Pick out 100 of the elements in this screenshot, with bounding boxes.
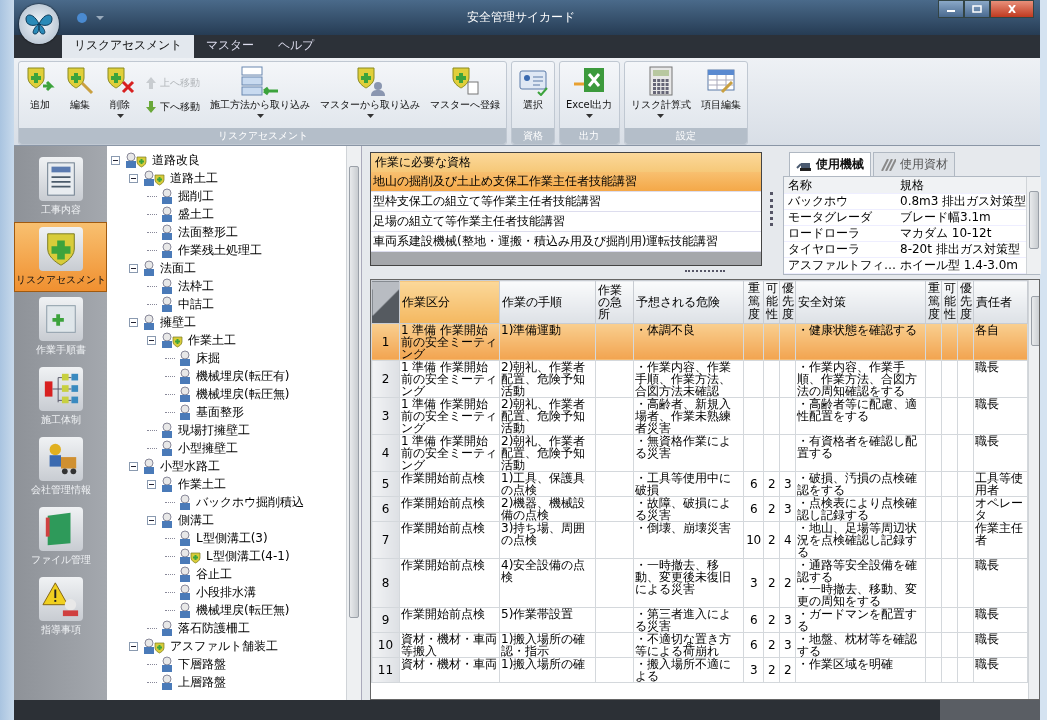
- list-item[interactable]: 地山の掘削及び土止め支保工作業主任者技能講習: [371, 172, 761, 192]
- tree-item[interactable]: 掘削工: [176, 187, 216, 205]
- ribbon-tab[interactable]: ヘルプ: [266, 33, 326, 58]
- tree-item[interactable]: L型側溝工(3): [194, 529, 270, 547]
- table-cell: 4)安全設備の点検: [499, 558, 596, 608]
- tree-item[interactable]: 作業残土処理工: [176, 241, 264, 259]
- tree-item[interactable]: 床掘: [194, 349, 222, 367]
- ribbon-button[interactable]: 追加: [21, 64, 59, 126]
- help-icon[interactable]: [76, 11, 88, 24]
- ribbon-button[interactable]: マスターへ登録: [426, 64, 504, 126]
- table-cell: 6: [743, 632, 764, 658]
- maximize-button[interactable]: [964, 0, 990, 18]
- column-header[interactable]: 名称: [784, 176, 896, 194]
- row-header[interactable]: 5: [371, 471, 400, 497]
- ribbon-button[interactable]: リスク計算式: [626, 64, 695, 126]
- column-header[interactable]: 責任者: [973, 280, 1028, 324]
- list-item[interactable]: 足場の組立て等作業主任者技能講習: [371, 212, 761, 232]
- row-header[interactable]: 11: [371, 657, 400, 683]
- tree-item[interactable]: 下層路盤: [176, 655, 228, 673]
- tree-item[interactable]: 盛土工: [176, 205, 216, 223]
- nav-item[interactable]: リスクアセスメント: [14, 222, 107, 292]
- collapse-icon[interactable]: [129, 263, 138, 273]
- list-item[interactable]: 車両系建設機械(整地・運搬・積込み用及び掘削用)運転技能講習: [371, 232, 761, 252]
- column-header[interactable]: 規格: [896, 176, 924, 194]
- tree-item[interactable]: 小型水路工: [158, 457, 222, 475]
- tree-item[interactable]: 機械埋戻(転圧無): [194, 385, 292, 403]
- list-item[interactable]: 型枠支保工の組立て等作業主任者技能講習: [371, 192, 761, 212]
- row-header[interactable]: 10: [371, 632, 400, 658]
- row-header[interactable]: 1: [371, 323, 400, 361]
- table-cell: ・高齢者、新規入場者、作業未熟練者災害: [633, 397, 744, 435]
- tree-item[interactable]: 小段排水溝: [194, 583, 258, 601]
- tree-item[interactable]: 上層路盤: [176, 673, 228, 691]
- table-cell: 6: [743, 471, 764, 497]
- ribbon-button[interactable]: 編集: [61, 64, 99, 126]
- ribbon-button[interactable]: 項目編集: [696, 64, 745, 126]
- minimize-button[interactable]: [938, 0, 964, 18]
- scrollbar[interactable]: [1026, 177, 1042, 274]
- app-logo[interactable]: [19, 4, 59, 44]
- row-header[interactable]: 9: [371, 607, 400, 633]
- tree-item[interactable]: 側溝工: [176, 511, 216, 529]
- tree-item[interactable]: 法面整形工: [176, 223, 240, 241]
- collapse-icon[interactable]: [129, 641, 138, 651]
- table-cell: 職長: [973, 397, 1028, 435]
- column-header[interactable]: 作業の急所: [595, 280, 634, 324]
- collapse-icon[interactable]: [111, 155, 120, 165]
- tree-item[interactable]: バックホウ掘削積込: [194, 493, 306, 511]
- tree-item[interactable]: 基面整形: [194, 403, 246, 421]
- row-header[interactable]: 4: [371, 434, 400, 472]
- tree-item[interactable]: 法面工: [158, 259, 198, 277]
- tree-item[interactable]: アスファルト舗装工: [168, 637, 280, 655]
- row-header[interactable]: 8: [371, 558, 400, 608]
- scrollbar[interactable]: [346, 146, 361, 700]
- tree-item[interactable]: 法枠工: [176, 277, 216, 295]
- ribbon-tab[interactable]: マスター: [194, 33, 266, 58]
- column-header[interactable]: 安全対策: [795, 280, 926, 324]
- column-header[interactable]: 作業区分: [399, 280, 500, 324]
- tab[interactable]: 使用資材: [873, 152, 955, 176]
- collapse-icon[interactable]: [147, 515, 156, 525]
- tree-item[interactable]: 道路土工: [168, 169, 220, 187]
- ribbon-tab[interactable]: リスクアセスメント: [62, 33, 194, 58]
- collapse-icon[interactable]: [147, 479, 156, 489]
- tree-item[interactable]: 作業土工: [186, 331, 238, 349]
- table-cell: 3: [743, 558, 764, 608]
- ribbon-button[interactable]: 下へ移動: [141, 99, 204, 115]
- row-header[interactable]: 3: [371, 397, 400, 435]
- column-header[interactable]: 予想される危険: [633, 280, 744, 324]
- caret-icon: [116, 114, 124, 118]
- collapse-icon[interactable]: [129, 461, 138, 471]
- table-cell: 作業開始前点検: [399, 471, 500, 497]
- ribbon-button[interactable]: 施工方法から取り込み: [206, 64, 314, 126]
- tree-item[interactable]: 擁壁工: [158, 313, 198, 331]
- row-header[interactable]: 6: [371, 496, 400, 522]
- table-cell: 1 準備 作業開始前の安全ミーティング: [399, 434, 500, 472]
- ribbon-button[interactable]: Excel出力: [562, 64, 617, 126]
- ribbon-button[interactable]: 選択: [514, 64, 552, 126]
- close-button[interactable]: [990, 0, 1034, 18]
- column-header[interactable]: 重篤度: [743, 280, 764, 324]
- tree-item[interactable]: L型側溝工(4-1): [204, 547, 292, 565]
- tree-item[interactable]: 中詰工: [176, 295, 216, 313]
- tree-item[interactable]: 機械埋戻(転圧無): [194, 601, 292, 619]
- tree-item[interactable]: 現場打擁壁工: [176, 421, 252, 439]
- tree-item[interactable]: 落石防護柵工: [176, 619, 252, 637]
- tab[interactable]: 使用機械: [789, 152, 871, 176]
- collapse-icon[interactable]: [129, 173, 138, 183]
- tree-item[interactable]: 谷止工: [194, 565, 234, 583]
- dropdown-icon[interactable]: [96, 14, 104, 21]
- ribbon-button[interactable]: マスターから取り込み: [316, 64, 424, 126]
- ribbon-button[interactable]: 削除: [101, 64, 139, 126]
- corner-header[interactable]: [371, 280, 400, 324]
- column-header[interactable]: 作業の手順: [499, 280, 596, 324]
- tree-item[interactable]: 作業土工: [176, 475, 228, 493]
- table-cell: 作業開始前点検: [399, 496, 500, 522]
- row-header[interactable]: 2: [371, 360, 400, 398]
- collapse-icon[interactable]: [147, 335, 156, 345]
- collapse-icon[interactable]: [129, 317, 138, 327]
- tree-item[interactable]: 小型擁壁工: [176, 439, 240, 457]
- tree-item[interactable]: 道路改良: [150, 151, 202, 169]
- scrollbar[interactable]: [1028, 280, 1039, 699]
- tree-item[interactable]: 機械埋戻(転圧有): [194, 367, 292, 385]
- row-header[interactable]: 7: [371, 521, 400, 559]
